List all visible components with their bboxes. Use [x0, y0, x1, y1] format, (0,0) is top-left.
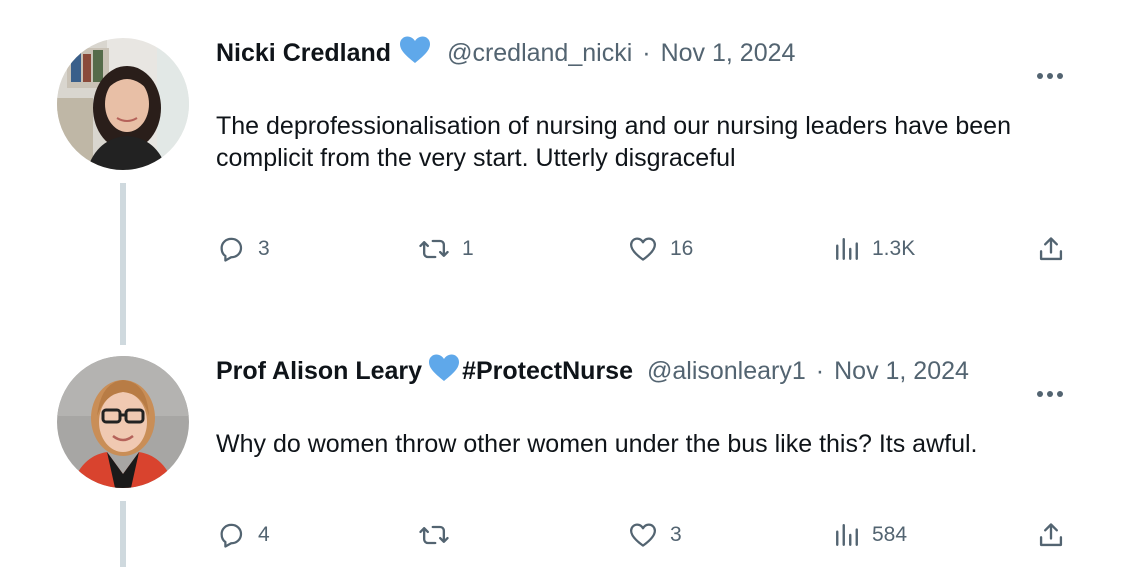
- reply-count: 3: [258, 237, 270, 260]
- views-count: 1.3K: [872, 237, 916, 260]
- tweet-1[interactable]: Nicki Credland @credland_nicki · Nov 1, …: [0, 0, 1125, 345]
- name-hashtag: #ProtectNurse: [462, 356, 633, 385]
- upload-share-icon: [1037, 520, 1065, 550]
- share-button[interactable]: [1037, 229, 1065, 269]
- like-button[interactable]: 3: [628, 515, 682, 555]
- retweet-button[interactable]: [418, 515, 462, 555]
- views-count: 584: [872, 523, 908, 546]
- share-button[interactable]: [1037, 515, 1065, 555]
- retweet-button[interactable]: 1: [418, 229, 474, 269]
- action-bar: 4 3 584: [0, 515, 1125, 555]
- tweet-text: The deprofessionalisation of nursing and…: [216, 112, 1011, 172]
- tweet-date[interactable]: Nov 1, 2024: [834, 357, 969, 386]
- separator-dot: ·: [642, 38, 651, 67]
- action-bar: 3 1 16 1.3K: [0, 229, 1125, 269]
- retweet-count: 1: [462, 237, 474, 260]
- upload-share-icon: [1037, 234, 1065, 264]
- repost-arrows-icon: [418, 234, 450, 264]
- bar-chart-icon: [834, 521, 860, 549]
- speech-bubble-icon: [216, 234, 246, 264]
- author-handle[interactable]: @credland_nicki: [447, 39, 632, 68]
- speech-bubble-icon: [216, 520, 246, 550]
- tweet-header: Nicki Credland @credland_nicki · Nov 1, …: [216, 36, 795, 70]
- views-button[interactable]: 1.3K: [834, 229, 915, 269]
- blue-heart-badge-icon: [428, 354, 460, 389]
- more-options-icon[interactable]: [1036, 385, 1064, 397]
- tweet-2[interactable]: Prof Alison Leary #ProtectNurse @alisonl…: [0, 345, 1125, 567]
- heart-outline-icon: [628, 234, 658, 264]
- repost-arrows-icon: [418, 520, 450, 550]
- tweet-header: Prof Alison Leary #ProtectNurse @alisonl…: [216, 354, 969, 388]
- like-count: 16: [670, 237, 694, 260]
- reply-count: 4: [258, 523, 270, 546]
- more-options-icon[interactable]: [1036, 67, 1064, 79]
- reply-button[interactable]: 3: [216, 229, 270, 269]
- blue-heart-badge-icon: [399, 36, 431, 71]
- avatar-nicki-credland[interactable]: [57, 38, 189, 170]
- like-count: 3: [670, 523, 682, 546]
- author-name[interactable]: Prof Alison Leary: [216, 357, 422, 386]
- author-name[interactable]: Nicki Credland: [216, 39, 391, 68]
- tweet-date[interactable]: Nov 1, 2024: [661, 39, 796, 68]
- bar-chart-icon: [834, 235, 860, 263]
- reply-button[interactable]: 4: [216, 515, 270, 555]
- separator-dot: ·: [815, 356, 825, 385]
- views-button[interactable]: 584: [834, 515, 907, 555]
- avatar-alison-leary[interactable]: [57, 356, 189, 488]
- tweet-text: Why do women throw other women under the…: [216, 430, 978, 458]
- like-button[interactable]: 16: [628, 229, 693, 269]
- author-handle[interactable]: @alisonleary1: [647, 357, 806, 386]
- heart-outline-icon: [628, 520, 658, 550]
